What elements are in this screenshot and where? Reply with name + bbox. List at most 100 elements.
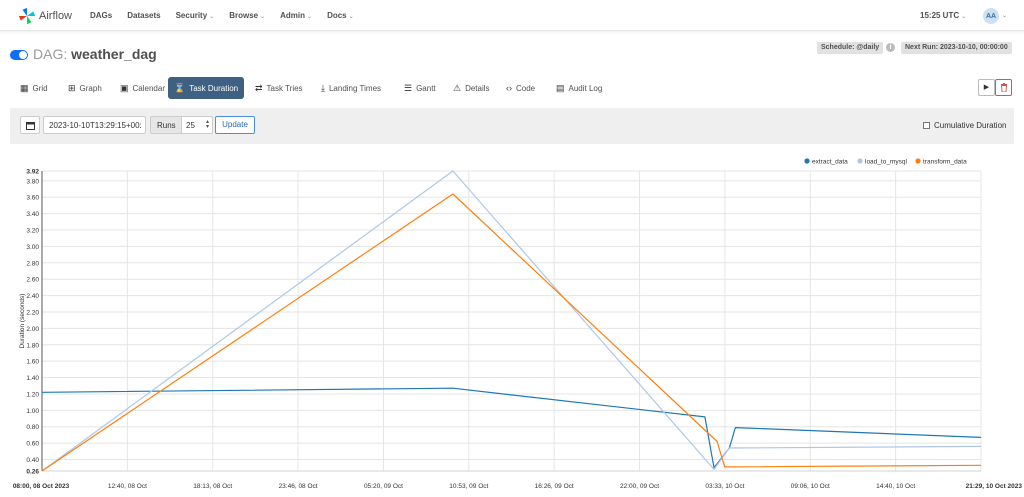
tab-label: Details (465, 83, 490, 93)
nav-item-label: Browse (229, 11, 259, 20)
x-tick-label: 10:53, 09 Oct (449, 483, 488, 490)
tab-label: Code (516, 83, 536, 93)
tab-task-tries[interactable]: ⇄ Task Tries (249, 77, 309, 99)
x-tick-label: 18:13, 08 Oct (193, 483, 232, 490)
nav-item-security[interactable]: Security ⌄ (176, 11, 215, 20)
nav-item-label: Security (175, 11, 208, 20)
y-axis-label: Duration (seconds) (19, 294, 26, 349)
series-line-load-to-mysql (41, 170, 982, 472)
nav-item-label: Datasets (127, 11, 161, 20)
runs-select[interactable]: 25 ▴ ▾ (181, 116, 213, 134)
y-tick-label: 2.20 (26, 309, 39, 316)
nav-item-browse[interactable]: Browse ⌄ (229, 11, 265, 20)
tab-code[interactable]: ‹› Code (500, 77, 541, 99)
tab-gantt[interactable]: ☰ Gantt (398, 77, 442, 99)
x-tick-label: 22:00, 09 Oct (620, 483, 659, 490)
y-tick-label: 1.60 (26, 359, 39, 366)
legend-marker-transform-data (915, 158, 921, 164)
tab-label: Landing Times (328, 83, 382, 93)
x-tick-label: 23:46, 08 Oct (279, 483, 318, 490)
nav-item-dags[interactable]: DAGs (90, 11, 112, 20)
dag-view-tabs: ▦ Grid ⊞ Graph ▣ Calendar ⌛ Task Duration ⇄ Task … (14, 77, 614, 99)
tab-label: Calendar (132, 83, 165, 93)
legend-marker-load-to-mysql (857, 158, 863, 164)
dag-name[interactable]: weather_dag (71, 46, 157, 62)
y-tick-label: 1.40 (26, 375, 39, 382)
chevron-down-icon[interactable]: ⌄ (1002, 12, 1007, 19)
document-icon: ▤ (556, 82, 565, 93)
y-tick-label: 3.40 (26, 211, 39, 218)
code-icon: ‹› (506, 83, 512, 93)
top-navbar: Airflow DAGs Datasets Security ⌄ Browse ⌄ Admi… (0, 0, 1024, 31)
cumulative-checkbox[interactable] (923, 122, 930, 129)
calendar-icon: ▣ (120, 82, 129, 93)
tab-audit-log[interactable]: ▤ Audit Log (550, 77, 608, 99)
grid-icon: ▦ (20, 82, 29, 93)
nav-item-admin[interactable]: Admin ⌄ (280, 11, 312, 20)
x-tick-label: 21:29, 10 Oct 2023 (966, 483, 1023, 490)
runs-value: 25 (186, 121, 195, 130)
calendar-icon (25, 121, 35, 130)
nav-item-label: DAGs (90, 11, 113, 20)
y-tick-label: 3.92 (26, 169, 39, 176)
info-icon[interactable]: i (886, 43, 895, 52)
base-date-input[interactable]: 2023-10-10T13:29:15+00: (43, 116, 146, 134)
chevron-down-icon: ⌄ (307, 14, 313, 20)
x-tick-label: 09:06, 10 Oct (791, 483, 830, 490)
nav-item-datasets[interactable]: Datasets (127, 11, 160, 20)
tab-landing-times[interactable]: ⤓ Landing Times (315, 77, 387, 99)
tab-task-duration[interactable]: ⌛ Task Duration (168, 77, 245, 99)
chevron-down-icon: ⌄ (260, 14, 266, 20)
y-tick-label: 1.00 (26, 408, 39, 415)
play-icon: ▶ (983, 84, 990, 91)
nav-item-label: Admin (280, 11, 306, 20)
dag-prefix: DAG: (33, 46, 68, 62)
tab-graph[interactable]: ⊞ Graph (62, 77, 108, 99)
schedule-badge: Schedule: @daily (817, 42, 884, 54)
main-menu: DAGs Datasets Security ⌄ Browse ⌄ Admin ⌄ Docs ⌄ (90, 11, 369, 20)
brand-name: Airflow (39, 10, 73, 22)
utc-clock[interactable]: 15:25 UTC ⌄ (920, 11, 966, 20)
dag-pause-toggle[interactable] (10, 50, 28, 60)
y-tick-label: 3.80 (26, 178, 39, 185)
next-run-badge: Next Run: 2023-10-10, 00:00:00 (901, 42, 1012, 54)
y-tick-label: 0.60 (26, 441, 39, 448)
gantt-icon: ☰ (404, 82, 413, 93)
y-tick-label: 1.80 (26, 342, 39, 349)
plane-landing-icon: ⤓ (321, 82, 325, 93)
tab-label: Grid (32, 83, 48, 93)
airflow-logo[interactable]: Airflow (18, 7, 72, 25)
tab-calendar[interactable]: ▣ Calendar (114, 77, 171, 99)
retry-icon: ⇄ (255, 82, 263, 93)
user-avatar[interactable]: AA (983, 8, 999, 24)
x-tick-label: 08:00, 08 Oct 2023 (13, 483, 70, 490)
nav-item-label: Docs (327, 11, 347, 20)
trigger-dag-button[interactable]: ▶ (978, 79, 995, 96)
tab-details[interactable]: ⚠ Details (447, 77, 496, 99)
date-picker-button[interactable] (20, 116, 40, 134)
y-tick-label: 0.26 (26, 469, 39, 476)
runs-label: Runs (150, 116, 182, 134)
y-tick-label: 3.20 (26, 228, 39, 235)
hourglass-icon: ⌛ (174, 82, 186, 93)
y-tick-label: 2.40 (26, 293, 39, 300)
x-tick-label: 14:40, 10 Oct (876, 483, 915, 490)
update-button[interactable]: Update (215, 116, 255, 134)
y-tick-label: 2.80 (26, 260, 39, 267)
tab-label: Task Tries (266, 83, 303, 93)
nav-item-docs[interactable]: Docs ⌄ (327, 11, 354, 20)
select-arrows-icon: ▴ ▾ (205, 119, 209, 130)
tab-label: Audit Log (568, 83, 603, 93)
task-duration-chart: 0.26 0.40 0.60 0.80 1.00 1.20 1.40 1.60 1.80 2.00… (13, 158, 1023, 490)
tab-label: Task Duration (189, 83, 239, 93)
y-tick-label: 3.60 (26, 195, 39, 202)
cumulative-label: Cumulative Duration (934, 121, 1007, 130)
tab-grid[interactable]: ▦ Grid (14, 77, 54, 99)
chevron-down-icon: ⌄ (348, 14, 354, 20)
legend-label: extract_data (812, 159, 848, 166)
y-tick-label: 1.20 (26, 391, 39, 398)
legend-marker-extract-data (804, 158, 810, 164)
delete-dag-button[interactable] (995, 79, 1012, 96)
legend-label: load_to_mysql (865, 159, 907, 166)
x-tick-label: 03:33, 10 Oct (705, 483, 744, 490)
